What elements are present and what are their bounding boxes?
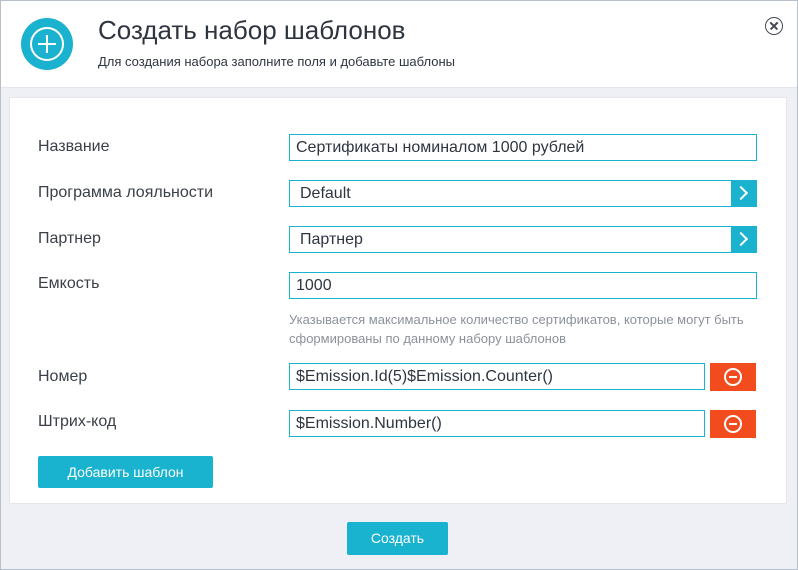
loyalty-program-label: Программа лояльности xyxy=(38,184,214,201)
partner-label: Партнер xyxy=(38,230,101,247)
barcode-label: Штрих-код xyxy=(38,413,117,430)
barcode-template-input[interactable]: $Emission.Number() xyxy=(289,410,705,437)
dialog-title: Создать набор шаблонов xyxy=(98,15,406,45)
add-circle-icon xyxy=(21,18,73,70)
remove-barcode-button[interactable] xyxy=(710,410,756,438)
number-template-input[interactable]: $Emission.Id(5)$Emission.Counter() xyxy=(289,363,705,390)
minus-circle-icon xyxy=(724,368,742,386)
capacity-label: Емкость xyxy=(38,275,100,292)
loyalty-program-select[interactable]: Default xyxy=(289,180,757,207)
capacity-hint: Указывается максимальное количество серт… xyxy=(289,312,744,346)
dialog-subtitle: Для создания набора заполните поля и доб… xyxy=(98,54,455,69)
chevron-right-icon[interactable] xyxy=(731,181,756,206)
name-input[interactable]: Сертификаты номиналом 1000 рублей xyxy=(289,134,757,161)
add-template-button[interactable]: Добавить шаблон xyxy=(38,456,213,488)
partner-select[interactable]: Партнер xyxy=(289,226,757,253)
loyalty-program-value: Default xyxy=(300,185,351,202)
minus-circle-icon xyxy=(724,415,742,433)
remove-number-button[interactable] xyxy=(710,363,756,391)
chevron-right-icon[interactable] xyxy=(731,227,756,252)
partner-value: Партнер xyxy=(300,231,363,248)
create-button[interactable]: Создать xyxy=(347,522,448,555)
dialog-header: Создать набор шаблонов Для создания набо… xyxy=(1,1,797,88)
close-icon[interactable] xyxy=(765,17,783,35)
create-template-set-dialog: Создать набор шаблонов Для создания набо… xyxy=(0,0,798,570)
number-label: Номер xyxy=(38,368,88,385)
name-label: Название xyxy=(38,138,110,155)
capacity-input[interactable]: 1000 xyxy=(289,272,757,299)
